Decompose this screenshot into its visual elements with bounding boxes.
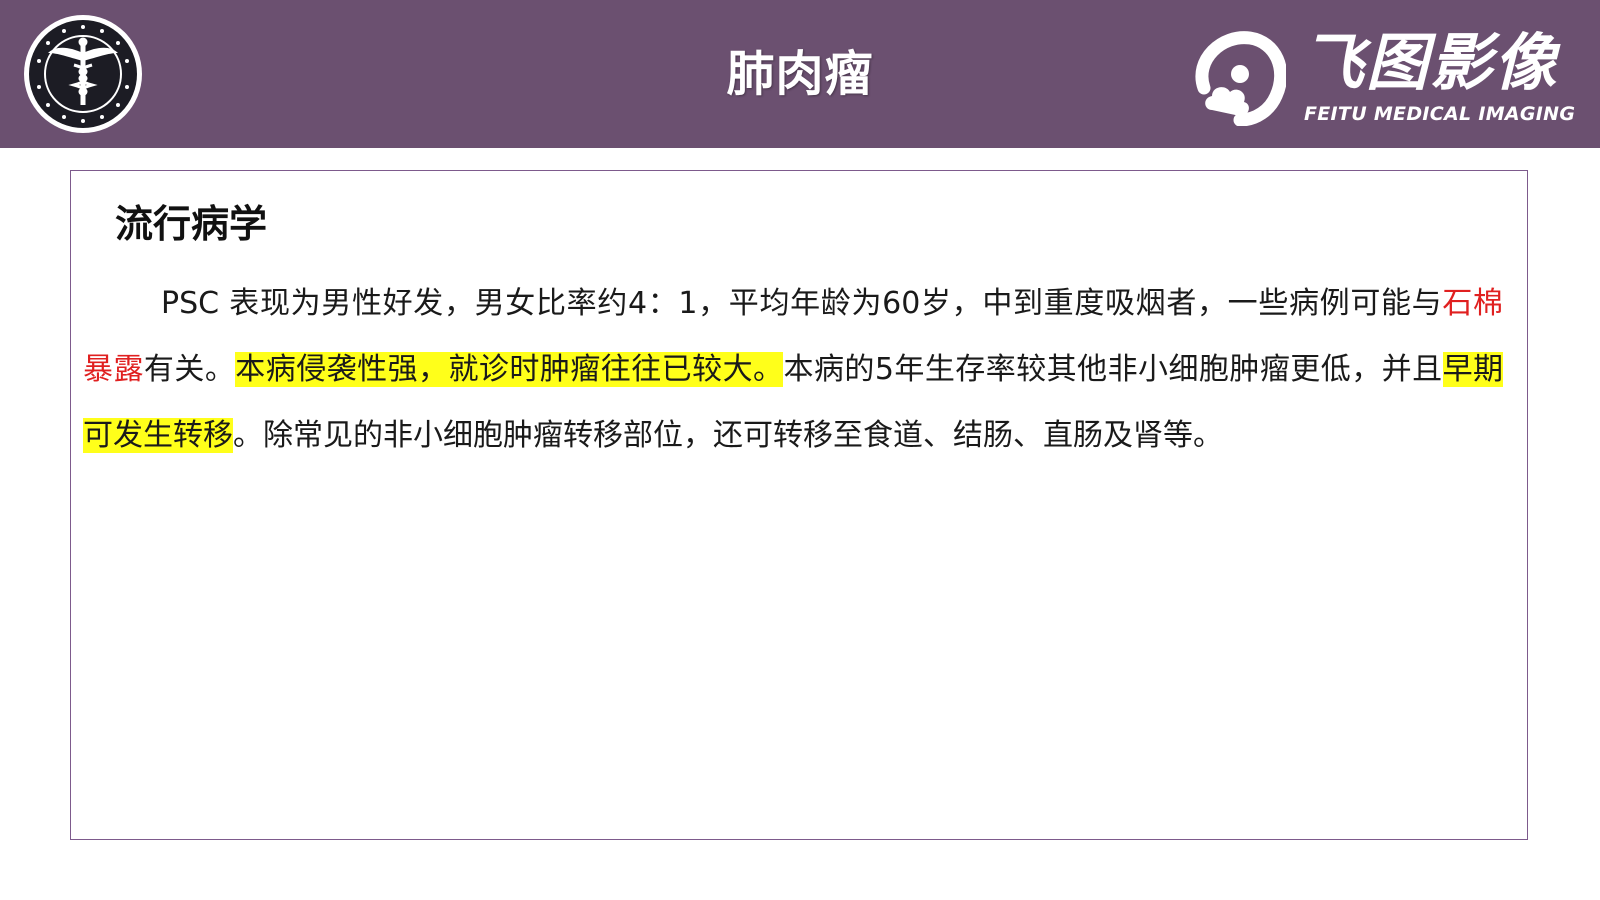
slide-header: 肺肉瘤 飞图影像 FEITU MEDICAL IMAGING — [0, 0, 1600, 148]
feitu-cloud-icon — [1190, 30, 1288, 127]
text-segment: PSC 表现为男性好发，男女比率约4：1，平均年龄为60岁，中到重度吸烟者，一些… — [161, 286, 1443, 321]
highlighted-text: 本病侵袭性强，就诊时肿瘤往往已较大。 — [235, 352, 784, 387]
text-segment: 。除常见的非小细胞肿瘤转移部位，还可转移至食道、结肠、直肠及肾等。 — [233, 418, 1223, 453]
brand-logo: 飞图影像 FEITU MEDICAL IMAGING — [1190, 22, 1575, 132]
brand-subtitle: FEITU MEDICAL IMAGING — [1304, 103, 1576, 125]
content-panel: 流行病学 PSC 表现为男性好发，男女比率约4：1，平均年龄为60岁，中到重度吸… — [70, 170, 1528, 840]
section-heading: 流行病学 — [115, 202, 268, 246]
text-segment: 有关。 — [143, 352, 236, 387]
brand-name: 飞图影像 — [1302, 26, 1559, 99]
body-paragraph: PSC 表现为男性好发，男女比率约4：1，平均年龄为60岁，中到重度吸烟者，一些… — [83, 271, 1504, 469]
text-segment: 本病的5年生存率较其他非小细胞肿瘤更低，并且 — [783, 352, 1443, 387]
